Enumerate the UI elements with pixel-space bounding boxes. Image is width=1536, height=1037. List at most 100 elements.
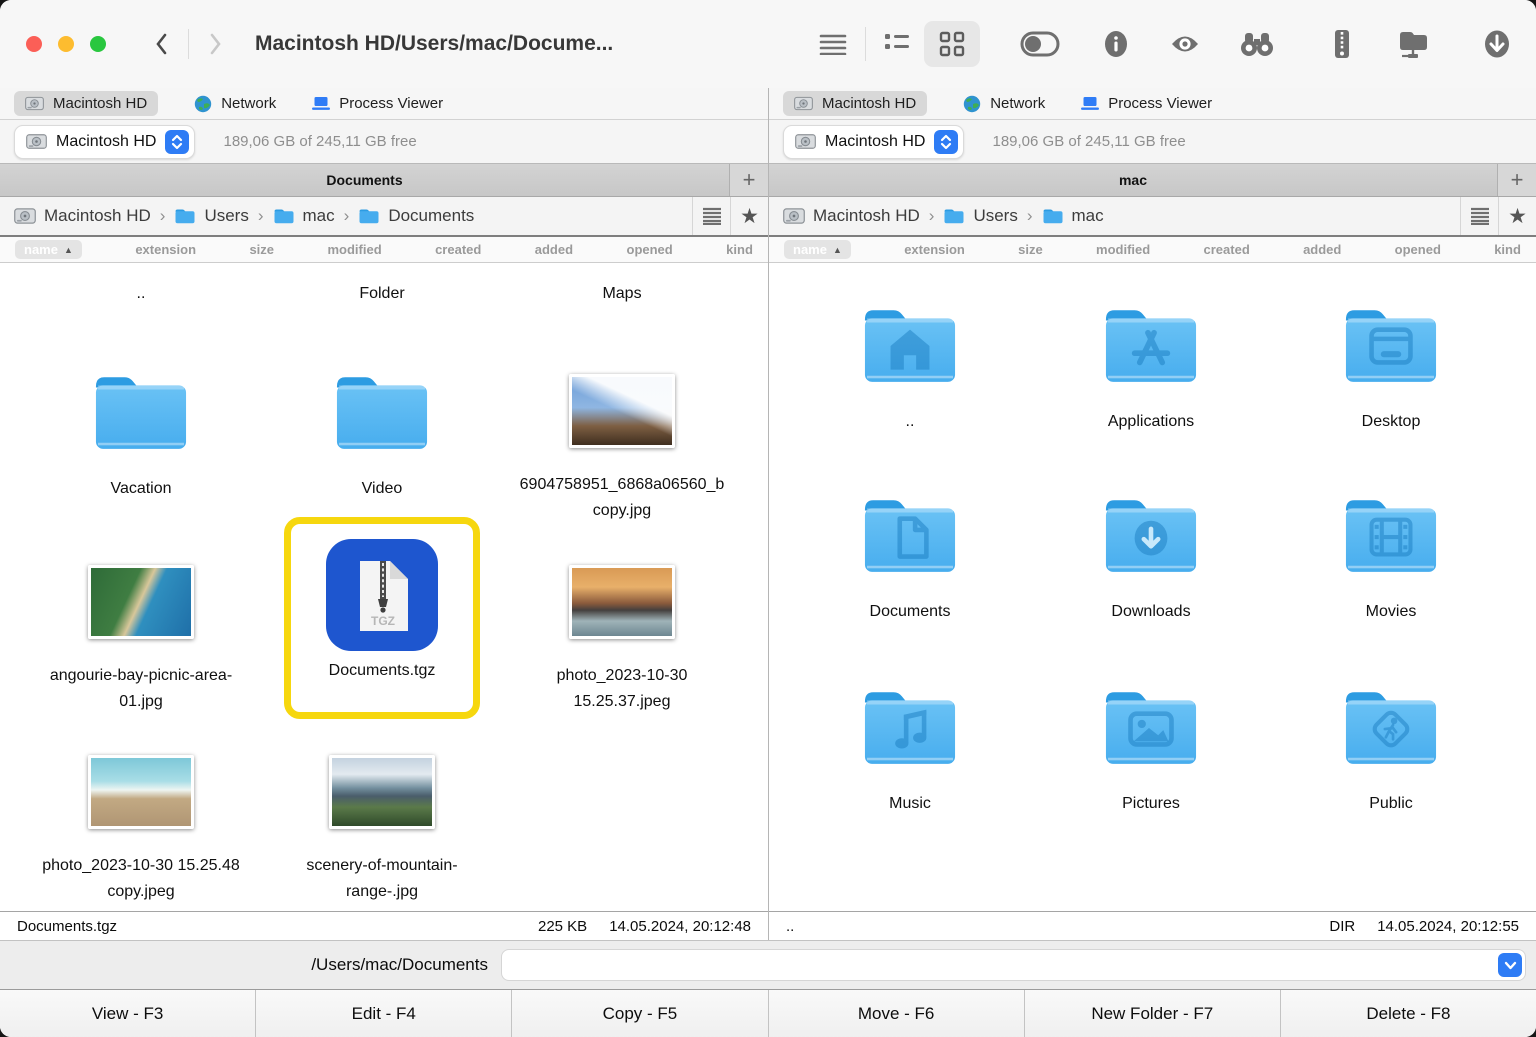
column-extension[interactable]: extension — [135, 242, 196, 257]
folder-icon — [1042, 207, 1064, 225]
file-tile-scenery[interactable]: scenery-of-mountain-range-.jpg — [272, 755, 492, 905]
grid-view-icon — [939, 31, 965, 57]
archive-icon[interactable] — [1330, 29, 1354, 59]
file-tile-documents-tgz-selected[interactable]: TGZ Documents.tgz — [284, 517, 480, 719]
grid-view-button[interactable] — [924, 21, 980, 67]
right-add-tab-button[interactable]: + — [1497, 164, 1536, 196]
command-input[interactable] — [501, 949, 1526, 981]
file-tile-maps[interactable]: Maps — [512, 281, 732, 307]
breadcrumb-item-mac[interactable]: mac — [1042, 206, 1104, 226]
column-size[interactable]: size — [249, 242, 274, 257]
copy-f5-button[interactable]: Copy - F5 — [511, 990, 767, 1037]
folder-tile-applications[interactable]: Applications — [1041, 301, 1261, 435]
music-folder-icon — [858, 683, 962, 769]
column-opened[interactable]: opened — [627, 242, 673, 257]
folder-tile-movies[interactable]: Movies — [1281, 491, 1501, 625]
command-path-label: /Users/mac/Documents — [10, 955, 501, 975]
tab-label: Process Viewer — [339, 95, 443, 112]
left-tab-network[interactable]: Network — [194, 95, 276, 113]
desktop-folder-icon — [1339, 301, 1443, 387]
file-tile-up[interactable]: .. — [31, 281, 251, 307]
right-tab-macintosh-hd[interactable]: Macintosh HD — [783, 91, 927, 116]
column-added[interactable]: added — [535, 242, 573, 257]
column-modified[interactable]: modified — [1096, 242, 1150, 257]
movies-folder-icon — [1339, 491, 1443, 577]
file-tile-photo-152537[interactable]: photo_2023-10-30 15.25.37.jpeg — [512, 565, 732, 715]
breadcrumb-item-documents[interactable]: Documents — [358, 206, 474, 226]
folder-tile-desktop[interactable]: Desktop — [1281, 301, 1501, 435]
path-menu-icon[interactable] — [1460, 197, 1498, 235]
column-extension[interactable]: extension — [904, 242, 965, 257]
back-icon[interactable] — [154, 32, 168, 56]
toggle-icon[interactable] — [1020, 31, 1060, 57]
forward-icon[interactable] — [209, 32, 223, 56]
photo-thumbnail — [569, 374, 675, 448]
close-button[interactable] — [26, 36, 42, 52]
file-tile-vacation[interactable]: Vacation — [31, 368, 251, 502]
info-icon[interactable] — [1104, 30, 1128, 58]
view-f3-button[interactable]: View - F3 — [0, 990, 255, 1037]
breadcrumb-separator: › — [160, 206, 166, 226]
documents-folder-icon — [858, 491, 962, 577]
breadcrumb-item-users[interactable]: Users — [174, 206, 248, 226]
menu-icon[interactable] — [819, 33, 847, 55]
title-bar: Macintosh HD/Users/mac/Docume... — [0, 0, 1536, 88]
folder-tile-music[interactable]: Music — [800, 683, 1020, 817]
folder-tile-public[interactable]: Public — [1281, 683, 1501, 817]
new-folder-f7-button[interactable]: New Folder - F7 — [1024, 990, 1280, 1037]
drive-stepper-icon[interactable] — [165, 130, 189, 154]
breadcrumb-item-root[interactable]: Macintosh HD — [783, 206, 920, 226]
delete-f8-button[interactable]: Delete - F8 — [1280, 990, 1536, 1037]
left-add-tab-button[interactable]: + — [729, 164, 768, 196]
column-modified[interactable]: modified — [327, 242, 381, 257]
file-tile-video[interactable]: Video — [272, 368, 492, 502]
drive-stepper-icon[interactable] — [934, 130, 958, 154]
favorites-star-icon[interactable]: ★ — [1498, 197, 1536, 235]
move-f6-button[interactable]: Move - F6 — [768, 990, 1024, 1037]
left-column-headers: name▲ extension size modified created ad… — [0, 237, 768, 263]
eye-icon[interactable] — [1170, 33, 1200, 55]
left-status-bar: Documents.tgz 225 KB 14.05.2024, 20:12:4… — [0, 911, 768, 940]
right-tab-process-viewer[interactable]: Process Viewer — [1081, 95, 1212, 112]
command-history-chevron-icon[interactable] — [1498, 953, 1522, 977]
download-icon[interactable] — [1484, 30, 1510, 58]
column-added[interactable]: added — [1303, 242, 1341, 257]
minimize-button[interactable] — [58, 36, 74, 52]
right-drive-selector[interactable]: Macintosh HD — [783, 125, 964, 159]
file-tile-6904758951[interactable]: 6904758951_6868a06560_b copy.jpg — [512, 374, 732, 524]
column-kind[interactable]: kind — [1494, 242, 1521, 257]
edit-f4-button[interactable]: Edit - F4 — [255, 990, 511, 1037]
right-tab-network[interactable]: Network — [963, 95, 1045, 113]
zoom-button[interactable] — [90, 36, 106, 52]
breadcrumb-label: Documents — [388, 206, 474, 226]
folder-tile-documents[interactable]: Documents — [800, 491, 1020, 625]
left-tab-process-viewer[interactable]: Process Viewer — [312, 95, 443, 112]
breadcrumb-item-root[interactable]: Macintosh HD — [14, 206, 151, 226]
breadcrumb-item-users[interactable]: Users — [943, 206, 1017, 226]
left-drive-selector[interactable]: Macintosh HD — [14, 125, 195, 159]
column-opened[interactable]: opened — [1395, 242, 1441, 257]
right-pane-title: mac — [769, 164, 1497, 196]
column-size[interactable]: size — [1018, 242, 1043, 257]
column-name-sorted[interactable]: name▲ — [784, 240, 851, 259]
left-tab-macintosh-hd[interactable]: Macintosh HD — [14, 91, 158, 116]
file-tile-angourie-bay[interactable]: angourie-bay-picnic-area-01.jpg — [31, 565, 251, 715]
right-breadcrumb: Macintosh HD › Users › mac ★ — [769, 197, 1536, 237]
column-kind[interactable]: kind — [726, 242, 753, 257]
file-tile-photo-152548[interactable]: photo_2023-10-30 15.25.48 copy.jpeg — [31, 755, 251, 905]
list-view-icon[interactable] — [884, 32, 910, 56]
column-name-sorted[interactable]: name▲ — [15, 240, 82, 259]
breadcrumb-item-mac[interactable]: mac — [273, 206, 335, 226]
column-created[interactable]: created — [435, 242, 481, 257]
column-created[interactable]: created — [1204, 242, 1250, 257]
folder-tile-pictures[interactable]: Pictures — [1041, 683, 1261, 817]
tab-label: Network — [221, 95, 276, 112]
search-binoculars-icon[interactable] — [1240, 31, 1274, 57]
network-folder-icon[interactable] — [1396, 29, 1428, 59]
file-tile-folder[interactable]: Folder — [272, 281, 492, 307]
path-menu-icon[interactable] — [692, 197, 730, 235]
status-file-name: .. — [786, 918, 1329, 935]
folder-tile-downloads[interactable]: Downloads — [1041, 491, 1261, 625]
folder-tile-up[interactable]: .. — [800, 301, 1020, 435]
favorites-star-icon[interactable]: ★ — [730, 197, 768, 235]
